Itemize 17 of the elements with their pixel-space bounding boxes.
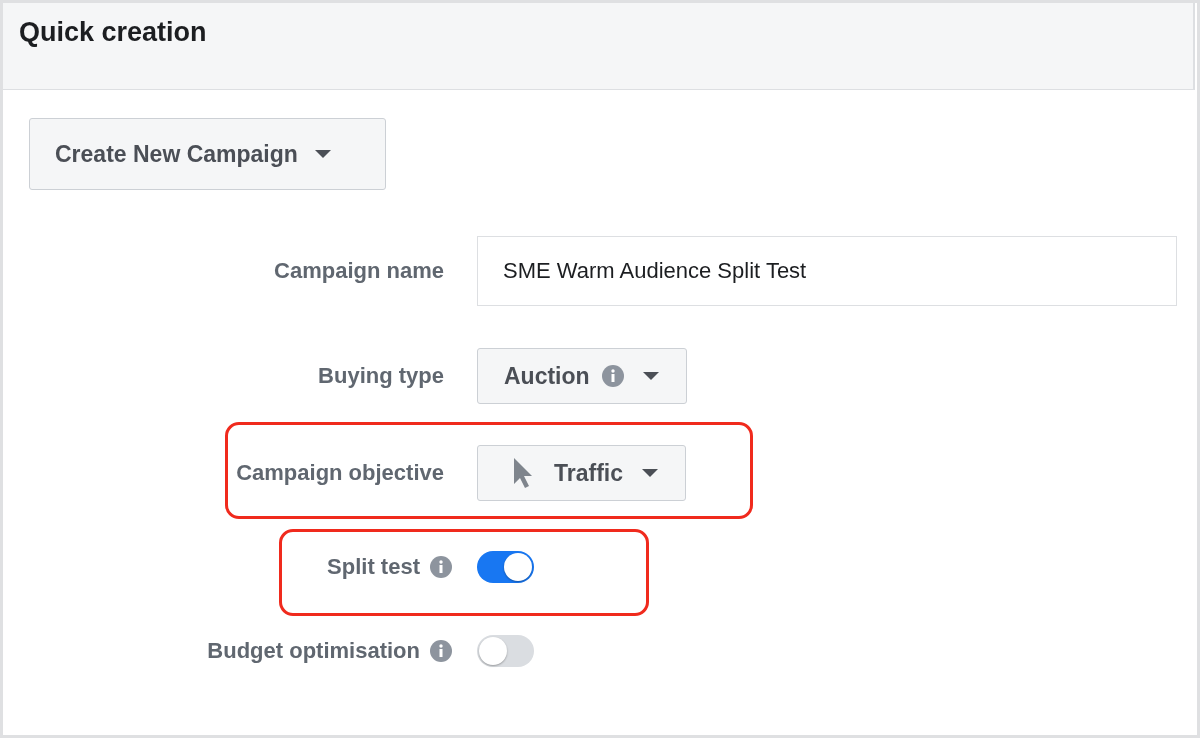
info-icon[interactable] (430, 640, 452, 662)
campaign-name-field[interactable]: SME Warm Audience Split Test (477, 236, 1177, 306)
caret-icon (313, 149, 332, 159)
info-icon[interactable] (430, 556, 452, 578)
campaign-dropdown-button[interactable]: Create New Campaign (29, 118, 386, 190)
caret-icon (641, 468, 660, 478)
caret-icon (641, 371, 660, 381)
panel-title: Quick creation (19, 17, 207, 47)
dropdown-button[interactable]: Auction (477, 348, 687, 404)
field-label: Campaign name (274, 258, 444, 284)
toggle-switch[interactable] (477, 635, 534, 667)
field-label: Split test (327, 554, 420, 580)
toggle-switch[interactable] (477, 551, 534, 583)
field-label: Buying type (318, 363, 444, 389)
field-label: Campaign objective (236, 460, 444, 486)
dropdown-button[interactable]: Traffic (477, 445, 687, 501)
field-label: Budget optimisation (207, 638, 420, 664)
